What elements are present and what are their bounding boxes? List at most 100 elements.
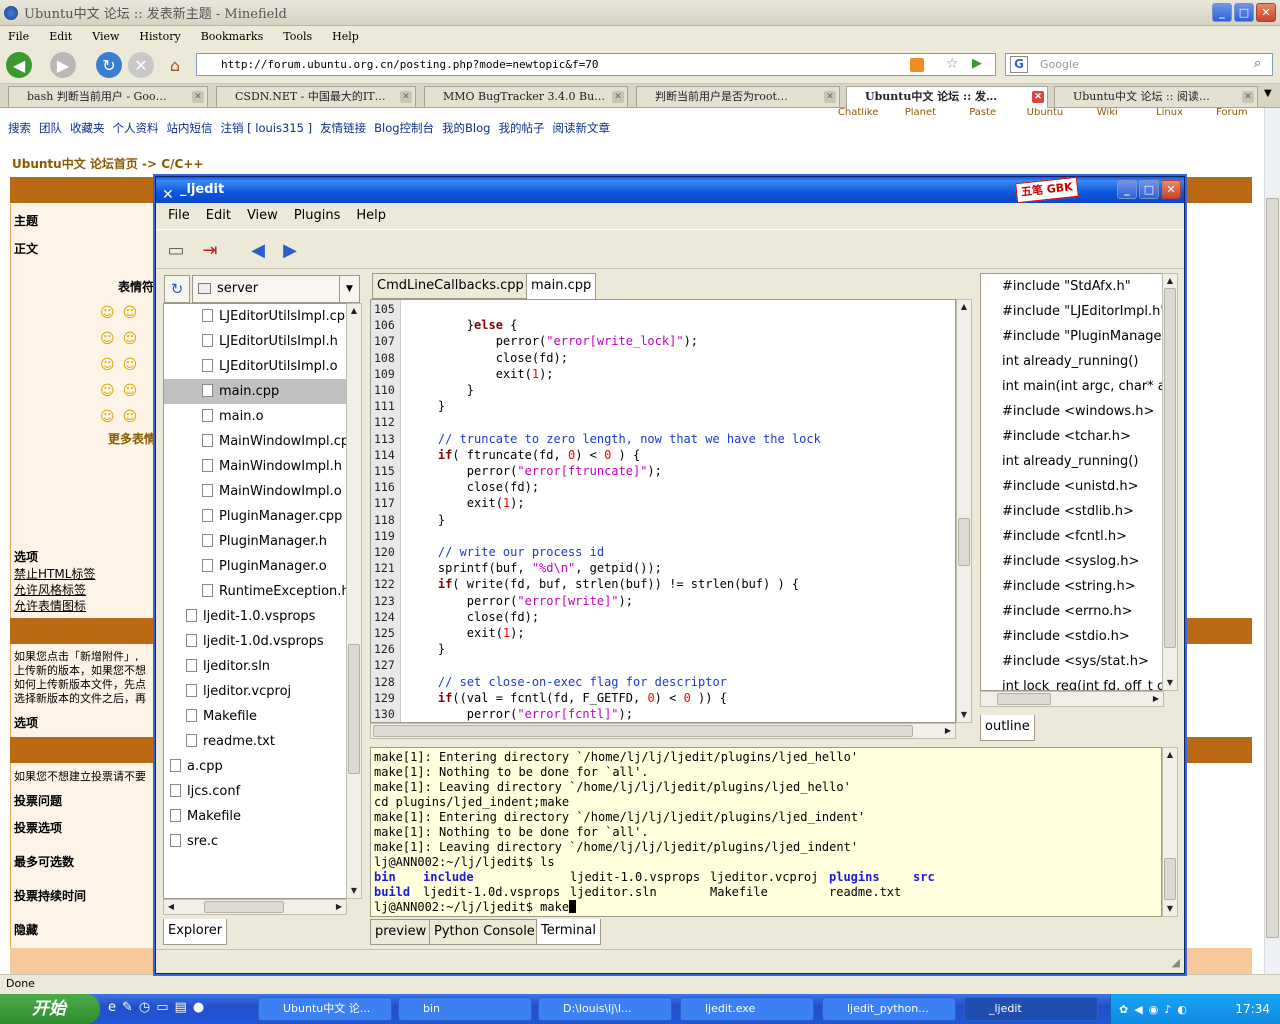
scroll-down-arrow-icon[interactable]: ▼ — [957, 708, 971, 722]
file-tree-item[interactable]: main.o — [164, 404, 346, 429]
link-read-new[interactable]: 阅读新文章 — [552, 120, 610, 136]
file-tree-item[interactable]: sre.c — [164, 829, 346, 854]
file-tree-item[interactable]: ljedit-1.0.vsprops — [164, 604, 346, 629]
editor-hthumb[interactable] — [373, 725, 913, 737]
link-messages[interactable]: 站内短信 — [167, 120, 213, 136]
outline-item[interactable]: #include <string.h> — [1002, 574, 1136, 599]
reload-icon[interactable]: ↻ — [96, 52, 122, 78]
editor-tab-main-cpp[interactable]: main.cpp — [526, 273, 597, 299]
url-input[interactable]: http://forum.ubuntu.org.cn/posting.php?m… — [196, 53, 996, 76]
terminal-vscrollbar[interactable]: ▲ ▼ — [1162, 747, 1178, 917]
outline-item[interactable]: #include <errno.h> — [1002, 599, 1132, 624]
menu-help[interactable]: Help — [332, 30, 359, 43]
ie-icon[interactable]: e — [108, 1000, 116, 1015]
tab-preview[interactable]: preview — [370, 919, 432, 945]
menu-tools[interactable]: Tools — [283, 30, 312, 43]
scroll-right-arrow-icon[interactable]: ▶ — [941, 724, 955, 738]
file-tree-item[interactable]: LJEditorUtilsImpl.cpp — [164, 304, 346, 329]
firefox-launch-icon[interactable]: ● — [193, 1000, 204, 1015]
outline-item[interactable]: #include "LJEditorImpl.h" — [1002, 299, 1163, 324]
outline-item[interactable]: #include <stdlib.h> — [1002, 499, 1134, 524]
close-button[interactable]: ✕ — [1256, 3, 1276, 22]
file-tree-item[interactable]: ljeditor.sln — [164, 654, 346, 679]
chevron-down-icon[interactable]: ▼ — [339, 276, 359, 302]
nav-forward-icon[interactable]: ▶ — [278, 238, 302, 262]
forward-arrow-icon[interactable]: ▶ — [50, 52, 76, 78]
link-team[interactable]: 团队 — [39, 120, 62, 136]
breadcrumb[interactable]: Ubuntu中文 论坛首页 -> C/C++ — [12, 155, 203, 172]
ljedit-minimize-button[interactable]: _ — [1117, 180, 1137, 199]
search-input[interactable]: Google — [1005, 53, 1273, 76]
scroll-up-arrow-icon[interactable]: ▲ — [347, 304, 361, 318]
folder-launch-icon[interactable]: ▭ — [156, 1000, 168, 1015]
taskbar-item-ljedit-python[interactable]: ljedit_python... — [822, 997, 956, 1021]
outline-item[interactable]: int already_running() — [1002, 449, 1138, 474]
link-my-posts[interactable]: 我的帖子 — [498, 120, 544, 136]
folder-combo[interactable]: server ▼ — [192, 275, 360, 303]
file-tree-item[interactable]: ljeditor.vcproj — [164, 679, 346, 704]
back-arrow-icon[interactable]: ◀ — [6, 52, 32, 78]
link-search[interactable]: 搜索 — [8, 120, 31, 136]
file-tree-hscrollbar[interactable]: ◀ ▶ — [163, 899, 347, 915]
tab-explorer[interactable]: Explorer — [163, 919, 228, 945]
ljedit-close-button[interactable]: ✕ — [1161, 180, 1181, 199]
open-folder-icon[interactable]: ▭ — [164, 238, 188, 262]
go-arrow-icon[interactable]: ▶ — [972, 56, 982, 71]
tab-close-icon[interactable]: ✕ — [400, 91, 412, 103]
tray-network-icon[interactable]: ◉ — [1149, 1003, 1159, 1016]
taskbar-item-cmd[interactable]: D:\louis\lj\l... — [538, 997, 672, 1021]
refresh-icon[interactable]: ↻ — [164, 275, 190, 303]
forum-nav-ubuntu[interactable]: Ubuntu — [1017, 108, 1073, 118]
clock-app-icon[interactable]: ◷ — [139, 1000, 150, 1015]
ljedit-menu-view[interactable]: View — [247, 208, 278, 223]
search-engine-icon[interactable]: G — [1010, 56, 1028, 73]
editor-hscrollbar[interactable]: ▶ — [370, 723, 956, 739]
forum-nav-wiki[interactable]: Wiki — [1079, 108, 1135, 118]
forum-nav-planet[interactable]: Planet — [892, 108, 948, 118]
minimize-button[interactable]: _ — [1212, 3, 1232, 22]
terminal[interactable]: make[1]: Entering directory `/home/lj/lj… — [370, 747, 1162, 917]
browser-tab-6[interactable]: Ubuntu中文 论坛 :: 阅读… ✕ — [1054, 86, 1258, 107]
maximize-button[interactable]: □ — [1234, 3, 1254, 22]
search-magnifier-icon[interactable]: ⌕ — [1254, 56, 1261, 71]
book-icon[interactable]: ▤ — [175, 1000, 187, 1015]
file-tree-item[interactable]: MainWindowImpl.o — [164, 479, 346, 504]
ljedit-menu-edit[interactable]: Edit — [206, 208, 231, 223]
link-blog-console[interactable]: Blog控制台 — [374, 120, 434, 136]
file-tree-item[interactable]: Makefile — [164, 704, 346, 729]
outline-item[interactable]: int main(int argc, char* argv[]) — [1002, 374, 1163, 399]
link-logout[interactable]: 注销 [ louis315 ] — [221, 120, 313, 136]
file-tree-hthumb[interactable] — [204, 901, 284, 913]
terminal-vthumb[interactable] — [1164, 858, 1176, 900]
outline-item[interactable]: #include <windows.h> — [1002, 399, 1154, 424]
tray-volume-icon[interactable]: ♪ — [1164, 1003, 1171, 1016]
file-tree-item[interactable]: PluginManager.o — [164, 554, 346, 579]
file-tree-item[interactable]: LJEditorUtilsImpl.h — [164, 329, 346, 354]
outline-hthumb[interactable] — [997, 693, 1051, 705]
taskbar-item-ljedit[interactable]: _ljedit — [964, 997, 1098, 1021]
outline-item[interactable]: #include "StdAfx.h" — [1002, 274, 1131, 299]
start-button[interactable]: 开始 — [0, 994, 100, 1024]
file-tree-item[interactable]: PluginManager.cpp — [164, 504, 346, 529]
menu-bookmarks[interactable]: Bookmarks — [201, 30, 264, 43]
ljedit-maximize-button[interactable]: □ — [1139, 180, 1159, 199]
outline-vthumb[interactable] — [1164, 288, 1176, 648]
menu-view[interactable]: View — [92, 30, 119, 43]
tray-arrow-icon[interactable]: ◀ — [1134, 1003, 1142, 1016]
bookmark-star-icon[interactable]: ☆ — [946, 56, 959, 72]
browser-tab-2[interactable]: CSDN.NET - 中国最大的IT… ✕ — [216, 86, 416, 107]
link-friends[interactable]: 友情链接 — [320, 120, 366, 136]
link-my-blog[interactable]: 我的Blog — [442, 120, 490, 136]
file-tree-item[interactable]: MainWindowImpl.cpp — [164, 429, 346, 454]
tray-security-icon[interactable]: ◐ — [1177, 1003, 1187, 1016]
tab-close-icon[interactable]: ✕ — [192, 91, 204, 103]
ljedit-menu-file[interactable]: File — [168, 208, 190, 223]
link-profile[interactable]: 个人资料 — [113, 120, 159, 136]
ljedit-menu-plugins[interactable]: Plugins — [294, 208, 341, 223]
file-tree-item[interactable]: ljedit-1.0d.vsprops — [164, 629, 346, 654]
tab-close-icon[interactable]: ✕ — [1242, 91, 1254, 103]
taskbar-item-ljedit-exe[interactable]: ljedit.exe — [680, 997, 814, 1021]
opt-disable-html[interactable]: 禁止HTML标签 — [14, 565, 95, 582]
scroll-left-arrow-icon[interactable]: ◀ — [164, 900, 178, 914]
outline-vscrollbar[interactable]: ▲ ▼ — [1162, 273, 1178, 691]
